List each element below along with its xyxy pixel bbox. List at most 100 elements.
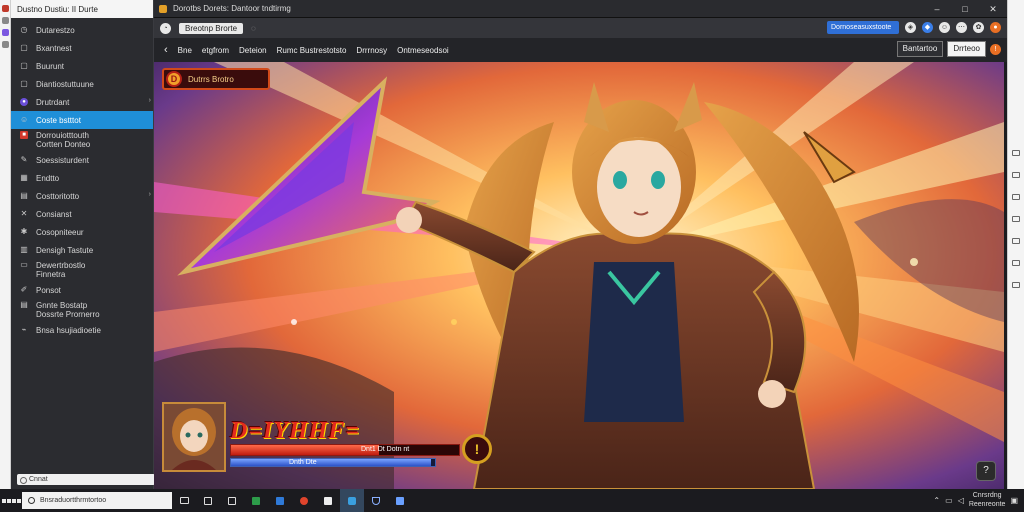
nav-item-settings[interactable]: Ontmeseodsoi bbox=[397, 46, 449, 55]
purple-app-icon[interactable] bbox=[1, 29, 9, 36]
tab-active[interactable]: Breotnp Brorte bbox=[179, 22, 244, 34]
square-outline-icon: ▢ bbox=[20, 43, 28, 52]
shirt bbox=[584, 262, 684, 422]
mana-bar: Dnth Dte bbox=[230, 458, 436, 467]
sidebar-item[interactable]: ▢ Diantiostuttuune bbox=[11, 75, 153, 93]
maximize-button[interactable]: □ bbox=[951, 0, 979, 18]
health-bar: Dnt1 Dt Dotn nt bbox=[230, 444, 460, 456]
player-hud: D=IYHHF= Dnt1 Dt Dotn nt Dnth Dte bbox=[230, 418, 492, 470]
chevron-right-icon[interactable]: › bbox=[149, 191, 151, 198]
level-badge[interactable]: D Dutrrs Brotro bbox=[162, 68, 270, 90]
close-button[interactable]: ✕ bbox=[979, 0, 1007, 18]
extension-icon[interactable]: ◆ bbox=[922, 22, 933, 33]
sidebar-item[interactable]: ✕ Consianst bbox=[11, 205, 153, 223]
help-button[interactable]: ? bbox=[976, 461, 996, 481]
menu-icon[interactable]: ⋯ bbox=[956, 22, 967, 33]
taskbar-search-input[interactable]: Bnsraduortthrmtortoo bbox=[22, 492, 172, 509]
nav-item-store[interactable]: Drrrnosy bbox=[356, 46, 387, 55]
nav-right-input[interactable]: Drrteoo bbox=[947, 41, 986, 57]
sidebar-item[interactable]: ◷ Dutarestzo bbox=[11, 21, 153, 39]
sidebar-title: Dustno Dustiu: II Durte bbox=[17, 4, 98, 14]
game-app-icon[interactable] bbox=[340, 489, 364, 512]
player-portrait[interactable] bbox=[162, 402, 226, 472]
desktop: Dustno Dustiu: II Durte ◷ Dutarestzo ▢ Bxan… bbox=[0, 0, 1024, 512]
sidebar-list: ◷ Dutarestzo ▢ Bxantnest ▢ Buurunt ▢ Diantiostu… bbox=[11, 21, 153, 339]
nav-item-home[interactable]: Bne bbox=[178, 46, 192, 55]
portrait-image bbox=[164, 404, 224, 470]
red-app-icon[interactable] bbox=[1, 5, 9, 12]
level-label: Dutrrs Brotro bbox=[188, 74, 234, 84]
notification-icon[interactable]: ▣ bbox=[1010, 496, 1018, 505]
hand-raised bbox=[396, 207, 422, 233]
shield-app-icon[interactable] bbox=[364, 489, 388, 512]
alert-icon[interactable]: ! bbox=[990, 43, 1001, 55]
clock[interactable]: Cnrsrdng Reenreonte bbox=[969, 491, 1006, 509]
url-field[interactable]: Dornoseasuxstoote bbox=[827, 21, 899, 34]
sidebar-item[interactable]: ☺ Coste bstttot bbox=[11, 111, 153, 129]
task-view-icon[interactable] bbox=[172, 489, 196, 512]
sidebar-item[interactable]: ▢ Bxantnest bbox=[11, 39, 153, 57]
rail-icon[interactable] bbox=[1012, 282, 1020, 288]
minimize-button[interactable]: – bbox=[923, 0, 951, 18]
brush-icon: ✐ bbox=[20, 285, 28, 294]
hand-right bbox=[758, 380, 786, 408]
sidebar-item[interactable]: ✐ Ponsot bbox=[11, 281, 153, 299]
chevron-right-icon[interactable]: › bbox=[149, 97, 151, 104]
sidebar-item-label: Gnnte Bostatp Dossrte Prornerro bbox=[36, 301, 100, 319]
speaker-icon[interactable]: ◁ bbox=[958, 496, 964, 505]
network-icon[interactable]: ▭ bbox=[945, 496, 953, 505]
plus-icon[interactable] bbox=[1, 41, 9, 48]
avatar-circle-icon: ● bbox=[20, 98, 28, 106]
rank-badge[interactable]: ! bbox=[462, 434, 492, 464]
sidebar-item[interactable]: ▦ Endtto bbox=[11, 169, 153, 187]
back-arrow-icon[interactable]: ‹ bbox=[164, 44, 168, 56]
nav-right-button[interactable]: Bantartoo bbox=[896, 41, 944, 57]
sidebar-item[interactable]: ▤ Gnnte Bostatp Dossrte Prornerro bbox=[11, 299, 153, 321]
sidebar-item-label: Diantiostuttuune bbox=[36, 79, 94, 89]
sidebar-item[interactable]: ⌁ Bnsa hsujiadioetie bbox=[11, 321, 153, 339]
square-outline-icon: ▢ bbox=[20, 79, 28, 88]
app-icon bbox=[159, 4, 167, 13]
sidebar-item[interactable]: ▤ Costtoritotto › bbox=[11, 187, 153, 205]
settings-icon[interactable]: ✿ bbox=[973, 22, 984, 33]
sidebar-item-label: Bnsa hsujiadioetie bbox=[36, 325, 101, 335]
sidebar-item-label: Soessisturdent bbox=[36, 155, 89, 165]
pencil-icon: ✎ bbox=[20, 155, 28, 164]
sidebar-search-input[interactable]: Cnnat bbox=[17, 474, 155, 485]
start-button[interactable] bbox=[0, 489, 22, 512]
clock-date: Reenreonte bbox=[968, 501, 1006, 508]
grid-icon[interactable] bbox=[1, 17, 9, 24]
sidebar-item[interactable]: ✱ Cosopniteeur bbox=[11, 223, 153, 241]
sidebar-item[interactable]: ▭ Dewertrbostlo Finnetra bbox=[11, 259, 153, 281]
health-text: Dnt1 Dt Dotn nt bbox=[361, 446, 410, 453]
notification-icon[interactable]: ● bbox=[990, 22, 1001, 33]
chevron-up-icon[interactable]: ⌃ bbox=[933, 496, 940, 505]
profile-icon[interactable]: ☺ bbox=[939, 22, 950, 33]
sidebar-item[interactable]: ■ Dorrouiotttouth Cortten Donteo bbox=[11, 129, 153, 151]
shield-icon[interactable]: ◈ bbox=[905, 22, 916, 33]
sidebar-item[interactable]: ✎ Soessisturdent bbox=[11, 151, 153, 169]
browser-icon[interactable] bbox=[292, 489, 316, 512]
mana-bar-fill bbox=[231, 459, 431, 466]
game-viewport[interactable]: D Dutrrs Brotro D=IYHHF= Dnt1 Dt Dotn nt… bbox=[154, 62, 1004, 489]
sidebar-item[interactable]: ● Drutrdant › bbox=[11, 93, 153, 111]
nav-item-library[interactable]: Rumc Bustrestotsto bbox=[277, 46, 347, 55]
blue-app-icon[interactable] bbox=[268, 489, 292, 512]
monitor-icon[interactable] bbox=[196, 489, 220, 512]
calendar-icon: ▥ bbox=[20, 245, 28, 254]
sidebar-item-label: Dorrouiotttouth Cortten Donteo bbox=[36, 131, 91, 149]
sidebar: Dustno Dustiu: II Durte ◷ Dutarestzo ▢ Bxan… bbox=[11, 0, 155, 489]
sidebar-item-label: Densigh Tastute bbox=[36, 245, 94, 255]
clock-time: Cnrsrdng bbox=[972, 492, 1002, 499]
sidebar-item[interactable]: ▥ Densigh Tastute bbox=[11, 241, 153, 259]
sidebar-item[interactable]: ▢ Buurunt bbox=[11, 57, 153, 75]
windows-app-icon[interactable] bbox=[220, 489, 244, 512]
nav-item-origin[interactable]: etgfrom bbox=[202, 46, 229, 55]
green-app-icon[interactable] bbox=[244, 489, 268, 512]
toolbar-right: Dornoseasuxstoote ◈ ◆ ☺ ⋯ ✿ ● bbox=[827, 21, 1001, 34]
gear-app-icon[interactable] bbox=[388, 489, 412, 512]
mana-text: Dnth Dte bbox=[289, 459, 317, 466]
nav-item-section[interactable]: Deteion bbox=[239, 46, 267, 55]
white-app-icon[interactable] bbox=[316, 489, 340, 512]
browser-toolbar: ◔ Breotnp Brorte ◌ Dornoseasuxstoote ◈ ◆… bbox=[154, 18, 1007, 38]
